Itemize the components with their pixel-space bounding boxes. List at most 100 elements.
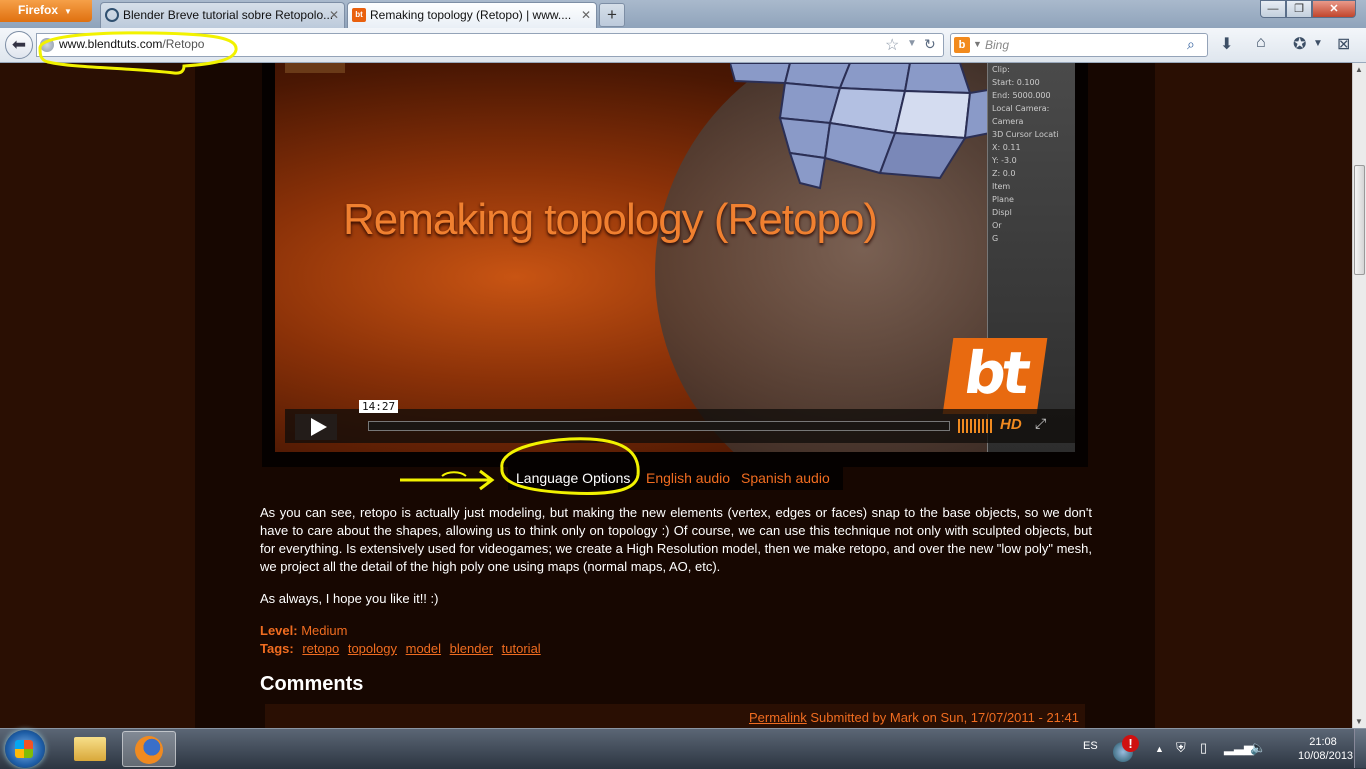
address-bar[interactable]: www.blendtuts.com/Retopo ☆ ▼ ↻: [36, 33, 944, 57]
minimize-button[interactable]: —: [1260, 0, 1286, 18]
navigation-toolbar: ⬅ www.blendtuts.com/Retopo ☆ ▼ ↻ b ▼ Bin…: [0, 28, 1366, 63]
tab-strip: Firefox ▼ Blender Breve tutorial sobre Re…: [0, 0, 1366, 28]
panel-line: Item: [992, 182, 1011, 191]
taskbar-explorer[interactable]: [64, 731, 118, 767]
panel-line: Or: [992, 221, 1002, 230]
permalink-link[interactable]: Permalink: [749, 710, 807, 725]
comments-heading: Comments: [260, 673, 364, 695]
url-history-dropdown-icon[interactable]: ▼: [907, 38, 917, 49]
power-icon[interactable]: ▯: [1200, 740, 1207, 756]
firefox-menu-label: Firefox: [18, 3, 59, 17]
panel-line: Local Camera:: [992, 104, 1050, 113]
bing-engine-icon[interactable]: b: [954, 37, 970, 53]
blendtuts-logo: bt: [942, 338, 1048, 414]
tab-title: Blender Breve tutorial sobre Retopolo...: [123, 8, 334, 22]
article-paragraph: As always, I hope you like it!! :): [260, 591, 439, 606]
engine-dropdown-icon[interactable]: ▼: [973, 39, 982, 49]
chevron-down-icon: ▼: [64, 7, 72, 16]
bookmark-star-icon[interactable]: ☆: [885, 35, 899, 55]
video-title-overlay: Remaking topology (Retopo): [343, 195, 878, 244]
url-text: www.blendtuts.com/Retopo: [59, 37, 204, 51]
clock-date: 10/08/2013: [1298, 750, 1354, 762]
panel-line: Clip:: [992, 65, 1010, 74]
maximize-button[interactable]: ❐: [1286, 0, 1312, 18]
globe-icon: [105, 8, 119, 22]
panel-line: G: [992, 234, 999, 243]
play-button[interactable]: [295, 414, 337, 440]
panel-line: Y: -3.0: [992, 156, 1017, 165]
search-bar[interactable]: b ▼ Bing ⌕: [950, 33, 1208, 57]
english-audio-link[interactable]: English audio: [646, 470, 730, 486]
panel-line: Camera: [992, 117, 1024, 126]
video-progress-bar[interactable]: [368, 421, 950, 431]
scroll-down-icon[interactable]: ▼: [1355, 717, 1363, 726]
firefox-icon: [135, 736, 163, 764]
scrollbar-thumb[interactable]: [1354, 165, 1365, 275]
tag-link[interactable]: model: [406, 641, 441, 656]
vertical-scrollbar[interactable]: ▲ ▼: [1352, 63, 1366, 728]
security-tray-icon[interactable]: ⛨: [1176, 740, 1186, 756]
volume-icon[interactable]: 🔈: [1250, 740, 1266, 756]
menu-icon[interactable]: ⊠: [1337, 34, 1350, 54]
spanish-audio-link[interactable]: Spanish audio: [741, 470, 830, 486]
panel-line: Z: 0.0: [992, 169, 1016, 178]
start-button[interactable]: [5, 730, 45, 768]
home-icon[interactable]: ⌂: [1256, 34, 1266, 52]
tag-link[interactable]: tutorial: [502, 641, 541, 656]
folder-icon: [74, 737, 106, 761]
taskbar-firefox[interactable]: [122, 731, 176, 767]
taskbar-clock[interactable]: 21:08 10/08/2013: [1298, 735, 1354, 763]
alert-icon: !: [1122, 735, 1139, 752]
close-window-button[interactable]: ✕: [1312, 0, 1356, 18]
language-options-label: Language Options: [516, 470, 631, 486]
search-icon[interactable]: ⌕: [1187, 36, 1195, 53]
language-indicator[interactable]: ES: [1083, 740, 1098, 752]
reload-icon[interactable]: ↻: [924, 36, 936, 53]
url-domain: www.blendtuts.com: [59, 37, 163, 51]
search-placeholder: Bing: [985, 38, 1010, 52]
tag-link[interactable]: blender: [450, 641, 493, 656]
panel-line: Plane: [992, 195, 1014, 204]
panel-line: Start: 0.100: [992, 78, 1040, 87]
article-paragraph: As you can see, retopo is actually just …: [260, 505, 1092, 574]
comment-header: Permalink Submitted by Mark on Sun, 17/0…: [265, 704, 1085, 728]
tab-blender-breve[interactable]: Blender Breve tutorial sobre Retopolo...…: [100, 2, 345, 28]
level-line: Level: Medium: [260, 623, 347, 638]
video-time-label: 14:27: [359, 400, 399, 413]
tags-label: Tags:: [260, 641, 294, 656]
level-label: Level:: [260, 623, 298, 638]
volume-control[interactable]: [958, 419, 992, 433]
level-value: Medium: [301, 623, 348, 638]
close-tab-icon[interactable]: ✕: [581, 3, 591, 28]
fullscreen-icon[interactable]: ⤢: [1035, 415, 1046, 432]
hd-toggle[interactable]: HD: [1000, 416, 1022, 433]
close-tab-icon[interactable]: ✕: [329, 3, 339, 28]
blendtuts-favicon-icon: bt: [352, 8, 366, 22]
url-path: /Retopo: [162, 37, 205, 51]
video-top-chip: [285, 63, 345, 73]
scroll-up-icon[interactable]: ▲: [1355, 65, 1363, 74]
tag-link[interactable]: topology: [348, 641, 397, 656]
downloads-icon[interactable]: ⬇: [1220, 34, 1233, 54]
show-hidden-icons-icon[interactable]: ▲: [1155, 744, 1164, 754]
windows-logo-icon: [15, 740, 33, 758]
tab-remaking-topology[interactable]: bt Remaking topology (Retopo) | www.... …: [347, 2, 597, 28]
comment-meta: Permalink Submitted by Mark on Sun, 17/0…: [749, 710, 1079, 725]
firefox-menu-button[interactable]: Firefox ▼: [0, 0, 92, 22]
video-player[interactable]: Clip: Start: 0.100 End: 5000.000 Local C…: [275, 63, 1075, 452]
new-tab-button[interactable]: +: [599, 3, 625, 27]
clock-time: 21:08: [1309, 736, 1337, 748]
show-desktop-button[interactable]: [1354, 729, 1366, 768]
tags-line: Tags: retopo topology model blender tuto…: [260, 641, 541, 656]
tag-link[interactable]: retopo: [302, 641, 339, 656]
panel-line: Displ: [992, 208, 1012, 217]
web-page: Clip: Start: 0.100 End: 5000.000 Local C…: [0, 63, 1352, 728]
language-options-bar: Language Options English audio Spanish a…: [508, 465, 843, 490]
site-identity-icon[interactable]: [40, 38, 54, 52]
panel-line: End: 5000.000: [992, 91, 1051, 100]
bookmarks-menu-icon[interactable]: ✪: [1293, 34, 1306, 54]
panel-line: 3D Cursor Locati: [992, 130, 1059, 139]
back-button[interactable]: ⬅: [5, 31, 33, 59]
action-center-alert[interactable]: !: [1113, 735, 1141, 763]
bookmarks-dropdown-icon[interactable]: ▼: [1313, 38, 1323, 49]
